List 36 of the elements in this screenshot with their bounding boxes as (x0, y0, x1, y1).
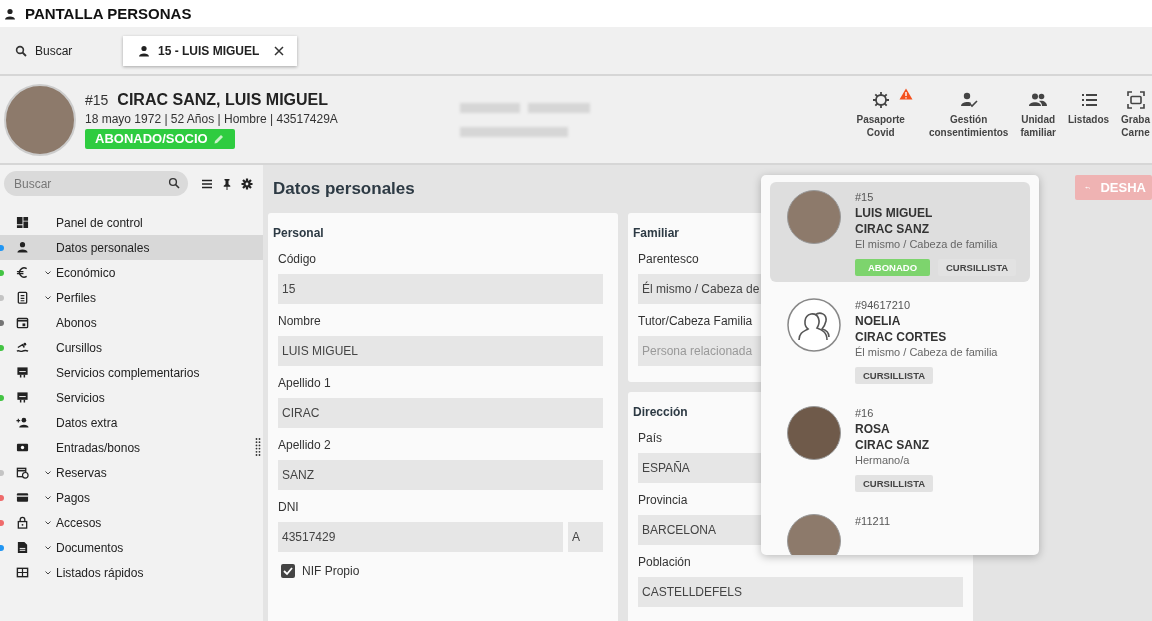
field-label: Parentesco (638, 252, 699, 266)
member-number: #11211 (855, 514, 891, 529)
field-label: País (638, 431, 662, 445)
person-name: CIRAC SANZ, LUIS MIGUEL (117, 90, 329, 109)
field-label: Población (638, 555, 691, 569)
section-title: Personal (273, 226, 324, 240)
field-label: Provincia (638, 493, 688, 507)
field-label: Código (278, 252, 317, 266)
member-number: #16 (855, 406, 875, 421)
member-first-name: LUIS MIGUEL (855, 205, 934, 221)
member-number: #94617210 (855, 298, 912, 313)
app-title: PANTALLA PERSONAS (25, 5, 192, 22)
field-label: Tutor/Cabeza Familia (638, 314, 753, 328)
section-title: Dirección (633, 405, 688, 419)
tag: ABONADO (855, 259, 930, 276)
tag: CURSILLISTA (855, 367, 934, 384)
section-title: Familiar (633, 226, 680, 240)
field-label: Apellido 1 (278, 376, 331, 390)
member-first-name: NOELIA (855, 313, 902, 329)
member-last-name: CIRAC SANZ (855, 437, 930, 453)
field-label: Apellido 2 (278, 438, 331, 452)
page-heading: Datos personales (273, 179, 415, 199)
person-number: #15 (85, 91, 109, 108)
tag: CURSILLISTA (855, 475, 934, 492)
member-relation: El mismo / Cabeza de familia (855, 237, 999, 252)
member-last-name: CIRAC CORTES (855, 329, 948, 345)
member-number: #15 (855, 190, 875, 205)
field-label: DNI (278, 500, 299, 514)
checkbox-label: NIF Propio (302, 564, 360, 578)
tag: CURSILLISTA (938, 259, 1017, 276)
member-first-name: ROSA (855, 421, 891, 437)
member-relation: Hermano/a (855, 453, 911, 468)
member-last-name: CIRAC SANZ (855, 221, 930, 237)
field-label: Nombre (278, 314, 321, 328)
person-details: 18 mayo 1972 | 52 Años | Hombre | 43517429A (85, 111, 339, 126)
member-relation: Él mismo / Cabeza de familia (855, 345, 998, 360)
